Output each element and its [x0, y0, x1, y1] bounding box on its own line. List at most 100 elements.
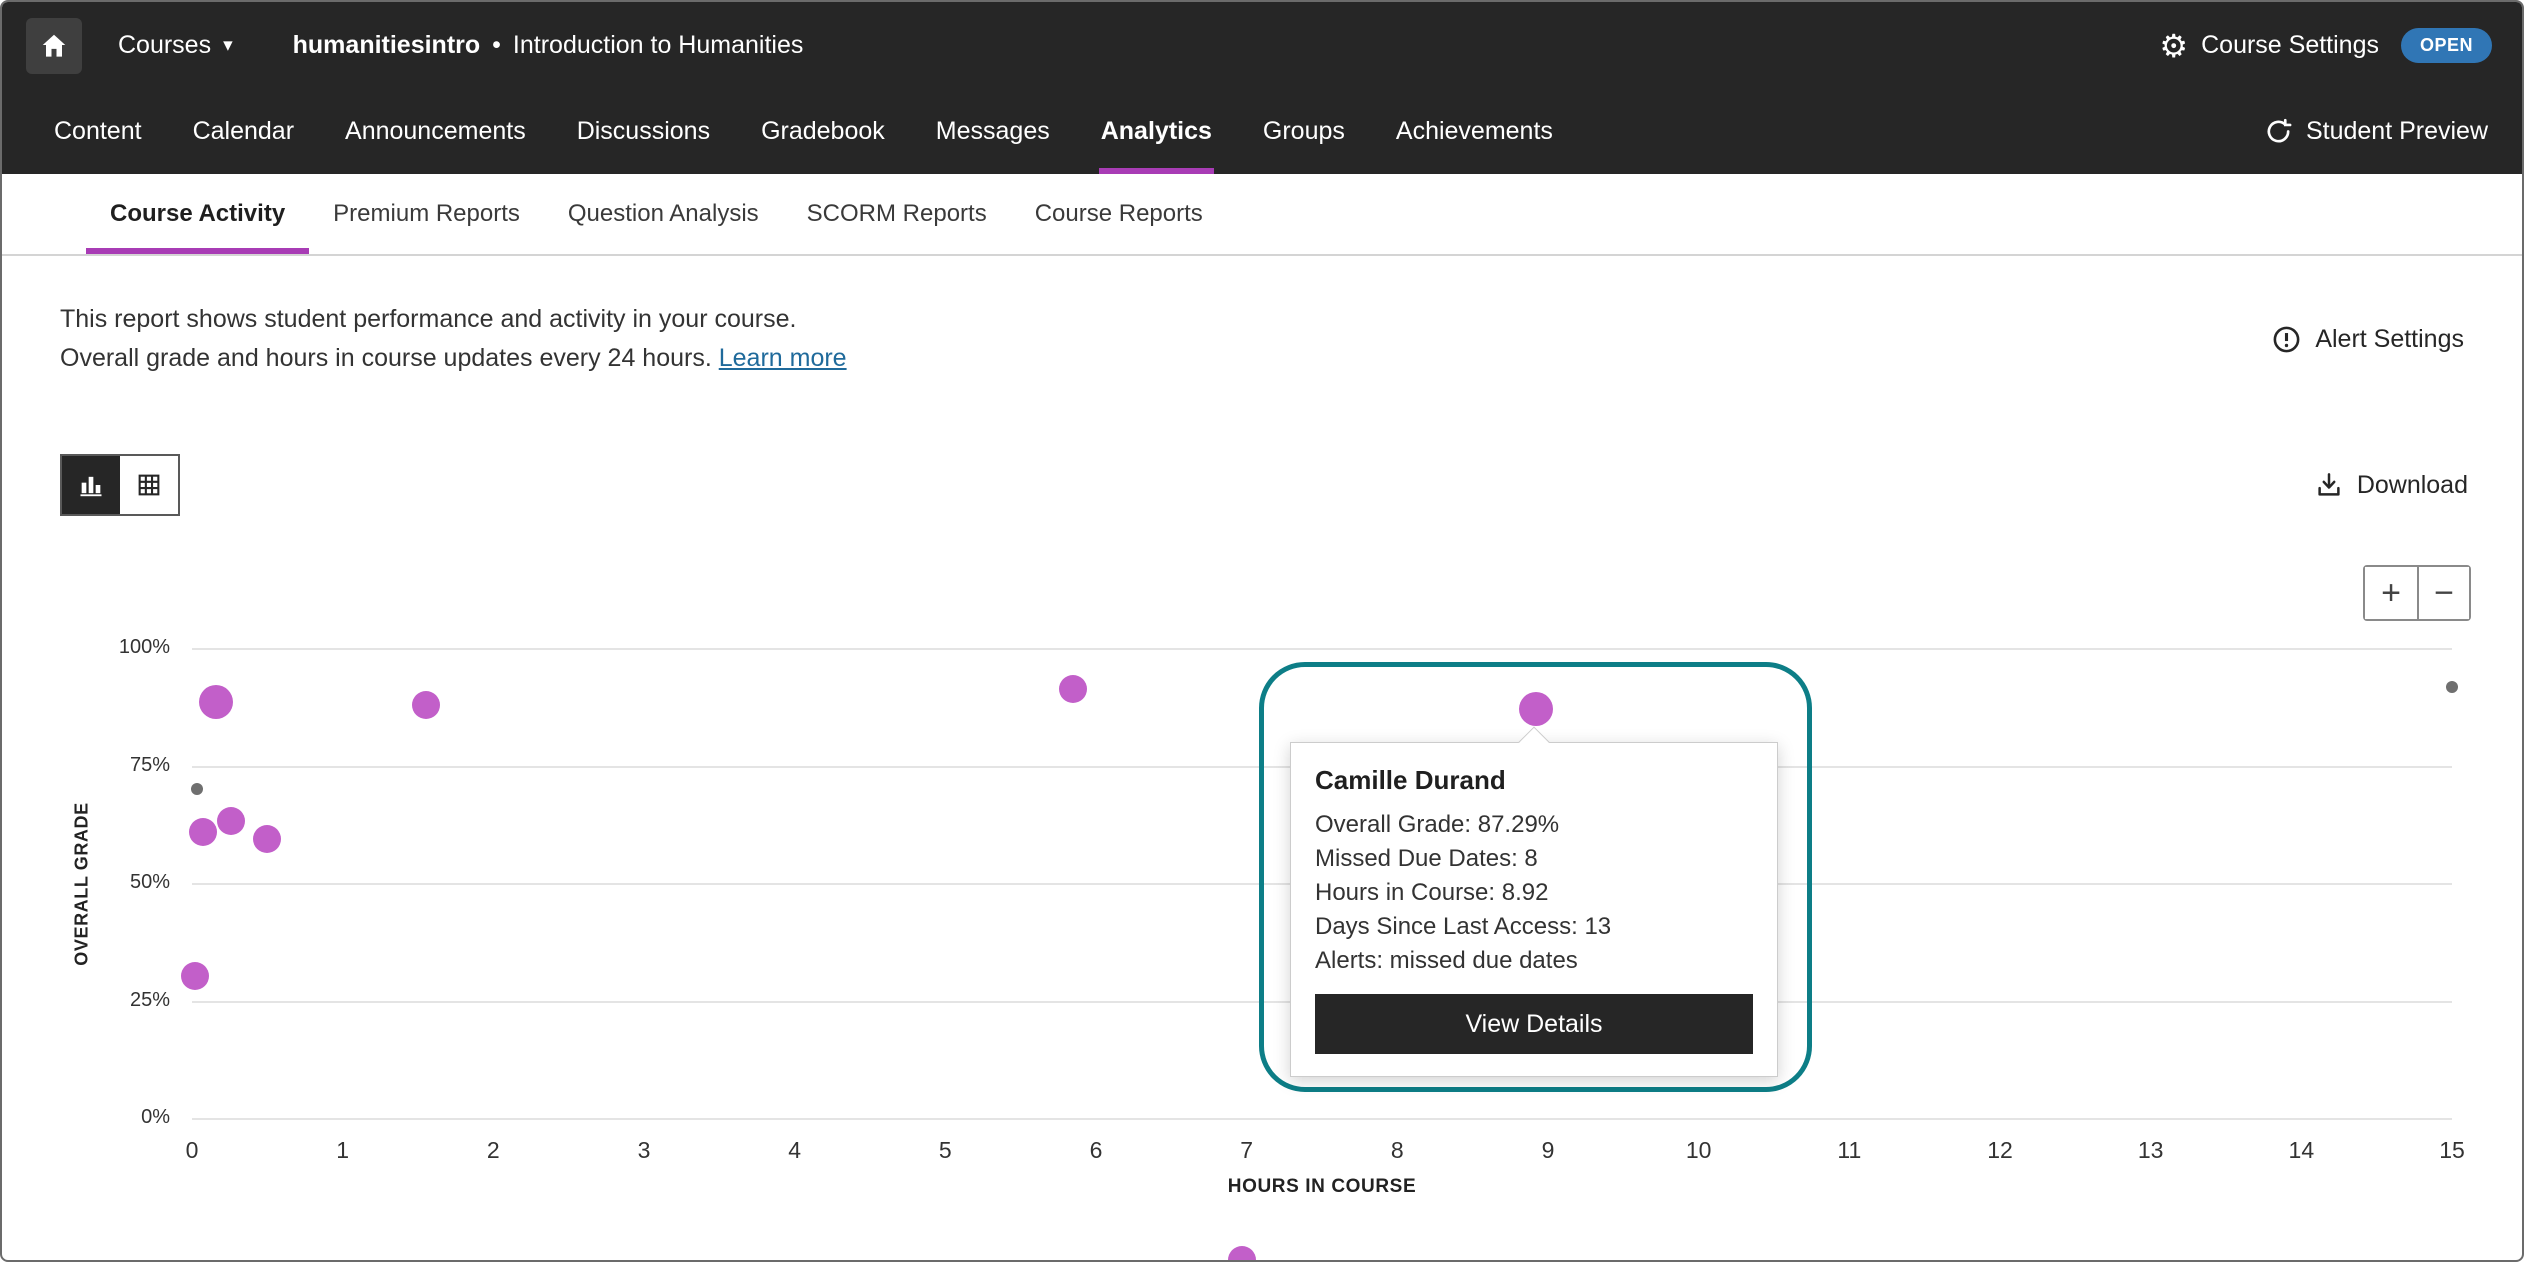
courses-menu-button[interactable]: Courses ▾ [118, 31, 233, 60]
subtab-premium-reports[interactable]: Premium Reports [309, 174, 544, 254]
gridline [192, 648, 2452, 650]
x-tick-label: 12 [1970, 1137, 2030, 1164]
data-point[interactable] [1059, 675, 1087, 703]
tooltip-missed-due-dates: Missed Due Dates: 8 [1315, 842, 1753, 876]
table-grid-icon [135, 471, 163, 499]
tooltip-hours-in-course: Hours in Course: 8.92 [1315, 876, 1753, 910]
report-description: This report shows student performance an… [60, 300, 847, 378]
download-icon [2314, 470, 2344, 500]
x-tick-label: 5 [915, 1137, 975, 1164]
x-tick-label: 9 [1518, 1137, 1578, 1164]
student-preview-label: Student Preview [2306, 117, 2488, 146]
chart-view-toggle-button[interactable] [62, 456, 120, 514]
learn-more-link[interactable]: Learn more [719, 344, 847, 372]
course-settings-label: Course Settings [2201, 31, 2379, 60]
x-tick-label: 11 [1819, 1137, 1879, 1164]
nav-tab-discussions[interactable]: Discussions [575, 89, 712, 174]
breadcrumb-separator: • [492, 31, 501, 60]
data-point[interactable] [1228, 1246, 1256, 1262]
y-tick-label: 100% [48, 636, 170, 659]
x-tick-label: 0 [162, 1137, 222, 1164]
nav-tab-label: Groups [1263, 117, 1345, 146]
subtab-label: Premium Reports [333, 200, 520, 228]
data-point[interactable] [181, 962, 209, 990]
courses-label: Courses [118, 31, 211, 60]
student-preview-button[interactable]: Student Preview [2264, 89, 2488, 174]
x-axis-title: HOURS IN COURSE [192, 1176, 2452, 1198]
nav-tab-messages[interactable]: Messages [934, 89, 1052, 174]
x-tick-label: 10 [1669, 1137, 1729, 1164]
nav-tab-achievements[interactable]: Achievements [1394, 89, 1555, 174]
alert-settings-button[interactable]: Alert Settings [2271, 324, 2464, 355]
report-description-line2: Overall grade and hours in course update… [60, 339, 847, 378]
nav-tab-label: Discussions [577, 117, 710, 146]
tooltip-days-since-last-access: Days Since Last Access: 13 [1315, 910, 1753, 944]
home-button[interactable] [26, 18, 82, 74]
y-tick-label: 50% [48, 871, 170, 894]
zoom-in-button[interactable]: + [2365, 567, 2417, 619]
tooltip-student-name: Camille Durand [1315, 765, 1753, 796]
nav-tab-label: Gradebook [761, 117, 885, 146]
x-tick-label: 4 [765, 1137, 825, 1164]
top-bar: Courses ▾ humanitiesintro • Introduction… [2, 2, 2522, 89]
zoom-controls: + − [2363, 565, 2471, 621]
report-description-line1: This report shows student performance an… [60, 300, 847, 339]
subtab-label: Course Reports [1035, 200, 1203, 228]
view-toggle-group [60, 454, 180, 516]
nav-tab-label: Analytics [1101, 117, 1212, 146]
nav-tab-content[interactable]: Content [52, 89, 144, 174]
report-description-line2-text: Overall grade and hours in course update… [60, 344, 712, 372]
y-tick-label: 75% [48, 754, 170, 777]
nav-tab-announcements[interactable]: Announcements [343, 89, 528, 174]
subtab-label: SCORM Reports [807, 200, 987, 228]
nav-tab-label: Achievements [1396, 117, 1553, 146]
nav-tab-label: Messages [936, 117, 1050, 146]
nav-tab-gradebook[interactable]: Gradebook [759, 89, 887, 174]
table-view-toggle-button[interactable] [120, 456, 178, 514]
y-tick-label: 0% [48, 1106, 170, 1129]
subtab-course-activity[interactable]: Course Activity [86, 174, 309, 254]
nav-spacer [1602, 89, 2264, 174]
x-tick-label: 6 [1066, 1137, 1126, 1164]
x-tick-label: 8 [1367, 1137, 1427, 1164]
data-point[interactable] [217, 807, 245, 835]
student-preview-icon [2264, 117, 2293, 146]
data-point[interactable] [199, 685, 233, 719]
download-button[interactable]: Download [2314, 470, 2468, 500]
home-icon [39, 31, 69, 61]
x-tick-label: 14 [2271, 1137, 2331, 1164]
subtab-course-reports[interactable]: Course Reports [1011, 174, 1227, 254]
data-point[interactable] [412, 691, 440, 719]
x-tick-label: 3 [614, 1137, 674, 1164]
view-details-button[interactable]: View Details [1315, 994, 1753, 1054]
nav-tab-analytics[interactable]: Analytics [1099, 89, 1214, 174]
data-point[interactable] [253, 825, 281, 853]
chart-toolbar: Download [60, 454, 2468, 516]
nav-tab-calendar[interactable]: Calendar [191, 89, 296, 174]
nav-tab-label: Calendar [193, 117, 294, 146]
x-tick-label: 7 [1217, 1137, 1277, 1164]
tooltip-alerts: Alerts: missed due dates [1315, 944, 1753, 978]
gridline [192, 1118, 2452, 1120]
subtab-scorm-reports[interactable]: SCORM Reports [783, 174, 1011, 254]
zoom-out-button[interactable]: − [2417, 567, 2469, 619]
alert-icon [2271, 324, 2302, 355]
data-point[interactable] [191, 783, 203, 795]
alert-settings-label: Alert Settings [2315, 325, 2464, 354]
nav-tab-groups[interactable]: Groups [1261, 89, 1347, 174]
y-tick-label: 25% [48, 989, 170, 1012]
main-nav: Content Calendar Announcements Discussio… [2, 89, 2522, 174]
x-tick-label: 15 [2422, 1137, 2482, 1164]
open-status-badge: OPEN [2401, 28, 2492, 63]
data-point-highlighted[interactable] [1519, 692, 1553, 726]
data-point[interactable] [2446, 681, 2458, 693]
chevron-down-icon: ▾ [223, 34, 233, 57]
breadcrumb-course-id: humanitiesintro [293, 31, 481, 60]
report-description-row: This report shows student performance an… [2, 300, 2522, 378]
data-point[interactable] [189, 818, 217, 846]
gear-icon: ⚙ [2159, 30, 2188, 62]
course-settings-button[interactable]: ⚙ Course Settings [2159, 30, 2379, 62]
x-tick-label: 1 [313, 1137, 373, 1164]
subtab-question-analysis[interactable]: Question Analysis [544, 174, 783, 254]
x-tick-label: 13 [2121, 1137, 2181, 1164]
